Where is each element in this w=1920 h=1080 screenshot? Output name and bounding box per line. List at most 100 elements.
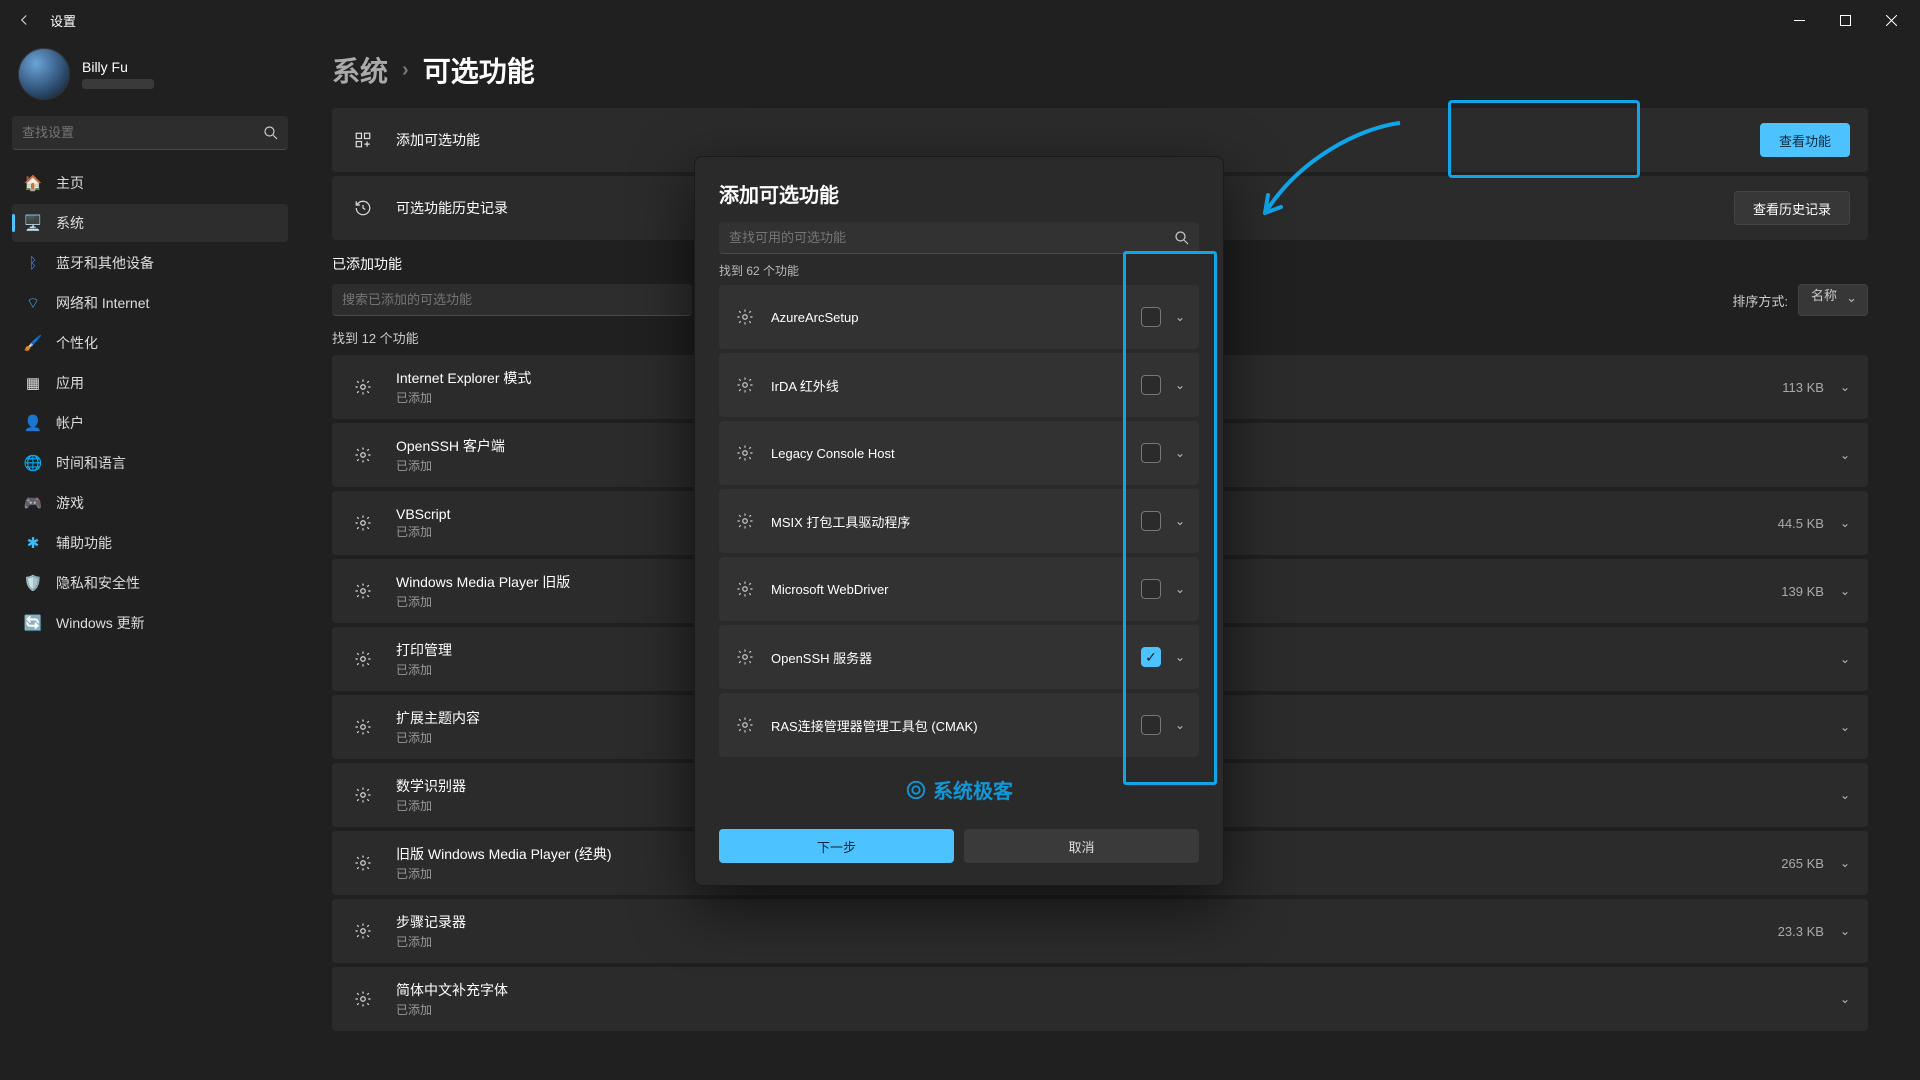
feature-status: 已添加: [396, 729, 480, 746]
view-features-button[interactable]: 查看功能: [1760, 123, 1850, 157]
feature-icon: [733, 648, 757, 666]
title-bar: 设置: [0, 0, 1920, 40]
view-history-button[interactable]: 查看历史记录: [1734, 191, 1850, 225]
nav: 🏠主页🖥️系统ᛒ蓝牙和其他设备⌔网络和 Internet🖌️个性化▦应用👤帐户🌐…: [12, 164, 288, 642]
chevron-down-icon[interactable]: ⌄: [1840, 924, 1850, 938]
sidebar-item-access[interactable]: ✱辅助功能: [12, 524, 288, 562]
feature-checkbox[interactable]: [1141, 511, 1161, 531]
feature-icon: [733, 512, 757, 530]
breadcrumb-parent[interactable]: 系统: [332, 50, 388, 90]
dialog-search-input[interactable]: [719, 222, 1199, 254]
sidebar-item-label: 个性化: [56, 333, 98, 353]
chevron-down-icon[interactable]: ⌄: [1840, 992, 1850, 1006]
installed-search-input[interactable]: [332, 284, 692, 316]
user-name: Billy Fu: [82, 59, 154, 75]
brush-icon: 🖌️: [24, 334, 42, 352]
feature-title: Windows Media Player 旧版: [396, 572, 570, 592]
sidebar-item-time[interactable]: 🌐时间和语言: [12, 444, 288, 482]
chevron-down-icon[interactable]: ⌄: [1175, 514, 1185, 528]
feature-icon: [733, 376, 757, 394]
window-title: 设置: [50, 11, 76, 30]
back-button[interactable]: [6, 2, 42, 38]
chevron-down-icon[interactable]: ⌄: [1840, 584, 1850, 598]
chevron-down-icon[interactable]: ⌄: [1840, 380, 1850, 394]
sort-control: 排序方式: 名称: [1732, 284, 1868, 316]
dialog-feature-row[interactable]: IrDA 红外线 ⌄: [719, 353, 1199, 417]
chevron-down-icon[interactable]: ⌄: [1175, 310, 1185, 324]
feature-checkbox[interactable]: [1141, 715, 1161, 735]
history-label: 可选功能历史记录: [396, 198, 508, 218]
feature-checkbox[interactable]: [1141, 307, 1161, 327]
sidebar-item-gaming[interactable]: 🎮游戏: [12, 484, 288, 522]
installed-item[interactable]: 简体中文补充字体 已添加 ⌄: [332, 967, 1868, 1031]
chevron-down-icon[interactable]: ⌄: [1175, 650, 1185, 664]
window-controls: [1776, 4, 1914, 36]
update-icon: 🔄: [24, 614, 42, 632]
dialog-title: 添加可选功能: [719, 179, 1199, 208]
chevron-down-icon[interactable]: ⌄: [1840, 856, 1850, 870]
feature-size: 44.5 KB: [1778, 516, 1824, 531]
sidebar-item-network[interactable]: ⌔ 网络和 Internet: [12, 284, 288, 322]
accessibility-icon: ✱: [24, 534, 42, 552]
chevron-down-icon[interactable]: ⌄: [1840, 720, 1850, 734]
sort-dropdown[interactable]: 名称: [1798, 284, 1868, 316]
sidebar-item-label: 游戏: [56, 493, 84, 513]
feature-icon: [350, 854, 376, 872]
globe-icon: 🌐: [24, 454, 42, 472]
dialog-feature-row[interactable]: AzureArcSetup ⌄: [719, 285, 1199, 349]
sidebar-item-system[interactable]: 🖥️系统: [12, 204, 288, 242]
search-icon: [1173, 229, 1191, 252]
feature-checkbox[interactable]: [1141, 443, 1161, 463]
feature-status: 已添加: [396, 865, 612, 882]
feature-size: 265 KB: [1781, 856, 1824, 871]
dialog-feature-row[interactable]: Legacy Console Host ⌄: [719, 421, 1199, 485]
minimize-button[interactable]: [1776, 4, 1822, 36]
sidebar-item-home[interactable]: 🏠主页: [12, 164, 288, 202]
feature-icon: [733, 308, 757, 326]
sidebar-item-privacy[interactable]: 🛡️隐私和安全性: [12, 564, 288, 602]
dialog-count: 找到 62 个功能: [719, 262, 1199, 279]
sidebar-item-apps[interactable]: ▦应用: [12, 364, 288, 402]
sidebar-item-update[interactable]: 🔄Windows 更新: [12, 604, 288, 642]
dialog-feature-row[interactable]: OpenSSH 服务器 ✓ ⌄: [719, 625, 1199, 689]
feature-checkbox[interactable]: [1141, 375, 1161, 395]
sidebar-item-label: 网络和 Internet: [56, 293, 149, 313]
close-button[interactable]: [1868, 4, 1914, 36]
feature-checkbox[interactable]: ✓: [1141, 647, 1161, 667]
sidebar-item-accounts[interactable]: 👤帐户: [12, 404, 288, 442]
dialog-feature-row[interactable]: MSIX 打包工具驱动程序 ⌄: [719, 489, 1199, 553]
wifi-icon: ⌔: [24, 294, 42, 312]
sidebar-item-bluetooth[interactable]: ᛒ蓝牙和其他设备: [12, 244, 288, 282]
feature-checkbox[interactable]: [1141, 579, 1161, 599]
user-block[interactable]: Billy Fu: [12, 40, 288, 114]
chevron-down-icon[interactable]: ⌄: [1175, 446, 1185, 460]
maximize-button[interactable]: [1822, 4, 1868, 36]
feature-icon: [350, 650, 376, 668]
chevron-down-icon[interactable]: ⌄: [1175, 718, 1185, 732]
sidebar-item-label: 主页: [56, 173, 84, 193]
sidebar-item-personalize[interactable]: 🖌️ 个性化: [12, 324, 288, 362]
add-feature-label: 添加可选功能: [396, 130, 480, 150]
feature-title: 打印管理: [396, 640, 452, 660]
dialog-list[interactable]: AzureArcSetup ⌄ IrDA 红外线 ⌄ Legacy Consol…: [719, 285, 1199, 775]
feature-status: 已添加: [396, 797, 466, 814]
search-input[interactable]: [12, 116, 288, 150]
sidebar-item-label: 隐私和安全性: [56, 573, 140, 593]
chevron-down-icon[interactable]: ⌄: [1175, 582, 1185, 596]
cancel-button[interactable]: 取消: [964, 829, 1199, 863]
chevron-down-icon[interactable]: ⌄: [1175, 378, 1185, 392]
chevron-down-icon[interactable]: ⌄: [1840, 788, 1850, 802]
dialog-feature-label: AzureArcSetup: [771, 310, 858, 325]
chevron-right-icon: ›: [402, 59, 409, 82]
dialog-feature-row[interactable]: Microsoft WebDriver ⌄: [719, 557, 1199, 621]
chevron-down-icon[interactable]: ⌄: [1840, 448, 1850, 462]
installed-item[interactable]: 步骤记录器 已添加 23.3 KB ⌄: [332, 899, 1868, 963]
chevron-down-icon[interactable]: ⌄: [1840, 652, 1850, 666]
feature-status: 已添加: [396, 389, 531, 406]
next-button[interactable]: 下一步: [719, 829, 954, 863]
chevron-down-icon[interactable]: ⌄: [1840, 516, 1850, 530]
feature-icon: [733, 580, 757, 598]
dialog-feature-label: RAS连接管理器管理工具包 (CMAK): [771, 716, 978, 735]
feature-status: 已添加: [396, 457, 505, 474]
dialog-feature-row[interactable]: RAS连接管理器管理工具包 (CMAK) ⌄: [719, 693, 1199, 757]
